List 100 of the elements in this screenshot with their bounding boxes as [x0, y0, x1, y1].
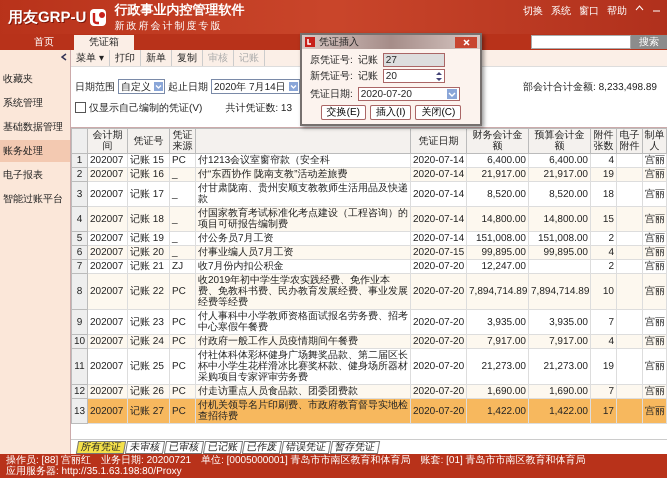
table-cell: 付甘肃陇南、贵州安顺支教教师生活用品及快递款 [196, 182, 410, 206]
date-label: 起止日期 [168, 80, 208, 94]
table-cell: 付“东西协作 陇南支教”活动差旅费 [196, 168, 410, 182]
toolbar-button[interactable]: 菜单 ▾ [71, 50, 110, 66]
sidebar-item[interactable]: 账务处理 [0, 140, 70, 162]
input-field[interactable]: 2020-07-20 [358, 87, 460, 101]
table-cell: 202007 [88, 310, 128, 334]
row-number[interactable]: 11 [72, 348, 88, 384]
date-range-dropdown[interactable]: 自定义 [118, 79, 165, 94]
table-cell [616, 206, 642, 232]
sidebar-item[interactable]: 收藏夹 [0, 68, 70, 90]
row-number[interactable]: 6 [72, 246, 88, 260]
table-cell: 记账 27 [128, 398, 170, 424]
column-header[interactable]: 财务会计金额 [466, 128, 528, 154]
collapse-icon[interactable] [61, 53, 67, 61]
table-cell: 7,917.00 [528, 334, 590, 348]
date-picker[interactable]: 2020年 7月14日 [211, 79, 300, 94]
row-number[interactable]: 10 [72, 334, 88, 348]
table-cell: 宫丽 [642, 206, 666, 232]
row-number[interactable]: 8 [72, 274, 88, 310]
dropdown-icon[interactable] [154, 82, 163, 91]
row-number[interactable]: 12 [72, 384, 88, 398]
table-cell: 8,520.00 [466, 182, 528, 206]
date-range-label: 日期范围 [75, 80, 115, 94]
table-cell: 付事业编人员7月工资 [196, 246, 410, 260]
column-header[interactable]: 凭证来源 [170, 128, 196, 154]
close-button[interactable] [455, 36, 477, 48]
table-cell: 14,800.00 [528, 206, 590, 232]
column-header[interactable]: 会计期间 [88, 128, 128, 154]
table-cell: _ [170, 182, 196, 206]
row-number[interactable]: 1 [72, 154, 88, 168]
nav-tab[interactable]: 凭证箱 [74, 35, 134, 50]
spinner-icon[interactable] [436, 70, 442, 82]
table-cell: 202007 [88, 232, 128, 246]
table-cell: 宫丽 [642, 274, 666, 310]
toolbar-button[interactable]: 打印 [110, 50, 141, 66]
table-cell: 2020-07-20 [410, 348, 466, 384]
table-cell: 记账 19 [128, 232, 170, 246]
row-number[interactable]: 4 [72, 206, 88, 232]
filter-tab[interactable]: 错误凭证 [280, 440, 332, 454]
row-number[interactable]: 5 [72, 232, 88, 246]
close-icon[interactable] [462, 38, 470, 46]
filter-tab[interactable]: 暂存凭证 [330, 440, 380, 454]
voucher-type-label: 记账 [358, 54, 378, 67]
dropdown-icon[interactable] [288, 82, 298, 91]
column-header[interactable]: 电子附件 [616, 128, 642, 154]
filter-tab[interactable]: 未审核 [124, 440, 166, 454]
dropdown-icon[interactable] [446, 89, 457, 99]
row-number[interactable]: 2 [72, 168, 88, 182]
caret-up-icon[interactable] [635, 4, 644, 12]
dialog-button[interactable]: 交换(E) [320, 105, 366, 120]
filter-tab[interactable]: 所有凭证 [76, 440, 126, 454]
checkbox-label[interactable]: 仅显示自己编制的凭证(V) [89, 100, 202, 114]
table-cell: 21,273.00 [466, 348, 528, 384]
table-cell: 2020-07-20 [410, 334, 466, 348]
table-cell: 记账 17 [128, 182, 170, 206]
table-cell: 2020-07-14 [410, 206, 466, 232]
search-field[interactable] [531, 35, 631, 49]
filter-tab[interactable]: 已审核 [164, 440, 204, 454]
sidebar-item[interactable]: 智能过账平台 [0, 188, 70, 210]
status-text: 单位: [0005000001] 青岛市市南区教育和体育局 [201, 455, 411, 466]
column-header[interactable]: 附件张数 [590, 128, 616, 154]
dialog-button[interactable]: 关闭(C) [415, 105, 462, 120]
row-number[interactable]: 3 [72, 182, 88, 206]
table-cell: 3,935.00 [528, 310, 590, 334]
table-cell: 202007 [88, 384, 128, 398]
row-number[interactable]: 7 [72, 260, 88, 274]
table-cell: 6,400.00 [528, 154, 590, 168]
filter-tab[interactable]: 已作废 [242, 440, 282, 454]
table-cell: 19 [590, 348, 616, 384]
column-header[interactable]: 凭证号 [128, 128, 170, 154]
table-cell: PC [170, 398, 196, 424]
status-text: 应用服务器: http://35.1.63.198:80/Proxy [6, 466, 182, 477]
top-menu-item[interactable]: 窗口 [579, 4, 599, 18]
top-menu-item[interactable]: 帮助 [607, 4, 627, 18]
toolbar-button[interactable]: 新单 [140, 50, 172, 66]
toolbar-button[interactable]: 复制 [172, 50, 203, 66]
row-number[interactable]: 9 [72, 310, 88, 334]
table-cell: 99,895.00 [466, 246, 528, 260]
dialog-button[interactable]: 插入(I) [370, 105, 412, 120]
column-header[interactable]: 预算会计金额 [528, 128, 590, 154]
row-number[interactable]: 13 [72, 398, 88, 424]
column-header[interactable]: 凭证日期 [410, 128, 466, 154]
input-field[interactable]: 20 [382, 69, 445, 83]
column-header[interactable]: 制单人 [642, 128, 666, 154]
top-menu-item[interactable]: 系统 [551, 4, 571, 18]
sidebar-item[interactable]: 系统管理 [0, 92, 70, 114]
table-cell: 2020-07-14 [410, 182, 466, 206]
filter-tab[interactable]: 已记账 [202, 440, 244, 454]
table-cell: 15 [590, 206, 616, 232]
nav-tab[interactable]: 首页 [14, 35, 74, 50]
top-menu-item[interactable]: 切换 [523, 4, 543, 18]
sidebar-item[interactable]: 电子报表 [0, 164, 70, 186]
table-cell: 付政府一般工作人员疫情期间午餐费 [196, 334, 410, 348]
sidebar-item[interactable]: 基础数据管理 [0, 116, 70, 138]
table-cell: 202007 [88, 168, 128, 182]
field-label: 原凭证号: [310, 54, 353, 67]
checkbox[interactable] [75, 102, 86, 113]
table-cell: 记账 20 [128, 246, 170, 260]
table-cell: 付社体科体彩杯健身广场舞奖品款、第二届区长杯中小学生花样滑冰比赛奖杯款、健身场所器材采购项目专家评审劳务费 [196, 348, 410, 384]
